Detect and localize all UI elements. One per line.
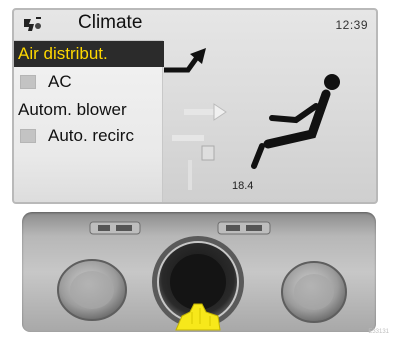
left-button-icon[interactable] bbox=[89, 221, 141, 235]
display-title: Climate bbox=[78, 12, 143, 33]
control-panel bbox=[22, 212, 376, 332]
checkbox-icon[interactable] bbox=[20, 129, 36, 143]
seated-driver-icon bbox=[251, 74, 340, 169]
airflow-arrows-icon bbox=[164, 48, 227, 190]
menu-item-autom-blower[interactable]: Autom. blower bbox=[14, 97, 162, 123]
menu-item-label: AC bbox=[48, 72, 72, 91]
menu-item-air-distribution[interactable]: Air distribut. bbox=[14, 41, 164, 67]
airflow-illustration bbox=[164, 48, 340, 190]
temperature-readout: 18.4 bbox=[232, 180, 254, 192]
right-button-icon[interactable] bbox=[217, 221, 271, 235]
checkbox-icon[interactable] bbox=[20, 75, 36, 89]
menu-item-auto-recirc[interactable]: Auto. recirc bbox=[14, 123, 162, 149]
menu-item-label: Auto. recirc bbox=[48, 126, 134, 145]
right-knob-icon[interactable] bbox=[281, 261, 347, 323]
display-header: Climate 12:39 bbox=[14, 10, 376, 40]
fan-icon bbox=[24, 17, 41, 31]
left-knob-icon[interactable] bbox=[57, 259, 127, 321]
menu-item-label: Air distribut. bbox=[18, 44, 108, 63]
figure-footnote: E33131 bbox=[368, 329, 389, 335]
display-clock: 12:39 bbox=[335, 18, 368, 32]
climate-display: Climate 12:39 Air distribut. AC Autom. b… bbox=[12, 8, 378, 204]
figure: Climate 12:39 Air distribut. AC Autom. b… bbox=[0, 0, 393, 341]
control-panel-graphic bbox=[57, 221, 347, 331]
menu-item-label: Autom. blower bbox=[18, 100, 127, 119]
menu-item-ac[interactable]: AC bbox=[14, 69, 162, 95]
climate-menu: Air distribut. AC Autom. blower Auto. re… bbox=[14, 40, 164, 202]
